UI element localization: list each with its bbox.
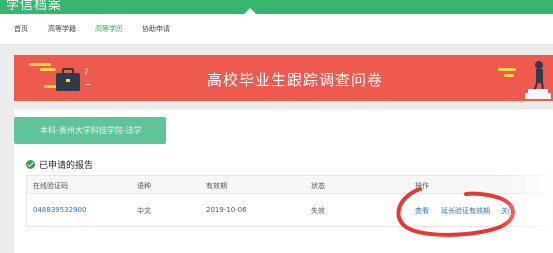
nav-item-enrollment[interactable]: 高等学籍 [48, 24, 76, 34]
column-header-code: 在线验证码 [33, 182, 68, 190]
verification-code-link[interactable]: 048839532900 [33, 206, 86, 214]
column-header-expiry: 有效期 [206, 182, 227, 190]
person-illustration-icon [525, 61, 551, 99]
nav-item-home[interactable]: 首页 [14, 24, 28, 34]
main-nav: 首页 高等学籍 高等学历 协助申请 [0, 14, 553, 45]
expiry-cell: 2019-10-06 [206, 206, 247, 214]
nav-item-degree[interactable]: 高等学历 [95, 24, 123, 34]
svg-text:?: ? [84, 68, 89, 78]
column-header-language: 语种 [137, 182, 151, 190]
nav-item-assist-request[interactable]: 协助申请 [142, 24, 170, 34]
reports-section-header: 已申请的报告 [26, 158, 93, 171]
survey-banner[interactable]: ? ~ 高校毕业生跟踪调查问卷 [14, 55, 553, 101]
right-edge-fade [500, 150, 553, 230]
site-logo[interactable]: 学信档案 [6, 0, 62, 13]
top-header-bar: 学信档案 [0, 0, 553, 14]
check-circle-icon [26, 160, 35, 169]
banner-title: 高校毕业生跟踪调查问卷 [207, 71, 384, 89]
school-record-button[interactable]: 本科-贵州大学科技学院-法学 [14, 117, 166, 144]
language-cell: 中文 [137, 207, 151, 215]
column-header-status: 状态 [311, 182, 325, 190]
svg-text:~: ~ [85, 81, 91, 89]
status-cell: 失效 [311, 207, 325, 215]
briefcase-icon: ? ~ [56, 68, 91, 91]
reports-section-title: 已申请的报告 [39, 161, 94, 171]
